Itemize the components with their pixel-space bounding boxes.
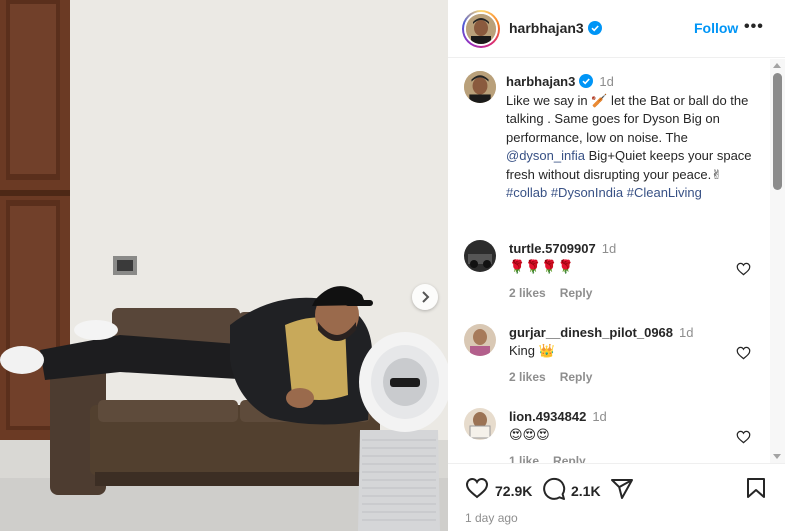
scrollbar[interactable]	[770, 59, 785, 463]
scroll-up-arrow-icon[interactable]	[773, 63, 781, 68]
commenter-avatar[interactable]	[464, 324, 496, 356]
caption-username[interactable]: harbhajan3	[506, 74, 575, 89]
caption-avatar[interactable]	[464, 71, 496, 103]
comment-meta: 2 likes Reply	[509, 286, 606, 300]
comment-item: turtle.5709907 1d 🌹🌹🌹🌹 2 likes Reply	[464, 240, 764, 310]
comment-header: lion.4934842 1d	[509, 409, 607, 424]
scrollbar-thumb[interactable]	[773, 73, 782, 190]
reply-button[interactable]: Reply	[553, 454, 586, 463]
commenter-username[interactable]: lion.4934842	[509, 409, 586, 424]
comment-likes[interactable]: 2 likes	[509, 370, 546, 384]
reply-button[interactable]: Reply	[560, 286, 593, 300]
share-icon[interactable]	[610, 477, 634, 501]
caption-body-1: Like we say in 🏏 let the Bat or ball do …	[506, 92, 749, 145]
caption-text: harbhajan3 1d Like we say in 🏏 let the Ba…	[506, 73, 762, 203]
comment-header: turtle.5709907 1d	[509, 241, 616, 256]
heart-icon[interactable]	[465, 477, 489, 499]
comment-item: gurjar__dinesh_pilot_0968 1d King 👑 2 lik…	[464, 324, 764, 394]
comment-time[interactable]: 1d	[602, 241, 616, 256]
comment-text: King 👑	[509, 343, 555, 358]
comment-time[interactable]: 1d	[679, 325, 693, 340]
comment-item: lion.4934842 1d 😍😍😍 1 like Reply	[464, 408, 764, 463]
hashtag-link[interactable]: #DysonIndia	[551, 185, 623, 200]
hashtag-link[interactable]: #collab	[506, 185, 547, 200]
comment-meta: 1 like Reply	[509, 454, 600, 463]
comment-meta: 2 likes Reply	[509, 370, 606, 384]
comment-likes[interactable]: 1 like	[509, 454, 539, 463]
comments-count[interactable]: 2.1K	[571, 483, 601, 499]
reply-button[interactable]: Reply	[560, 370, 593, 384]
commenter-avatar[interactable]	[464, 408, 496, 440]
verified-badge-icon	[587, 21, 602, 35]
comment-likes[interactable]: 2 likes	[509, 286, 546, 300]
heart-icon[interactable]	[736, 262, 751, 276]
posted-time[interactable]: 1 day ago	[465, 511, 518, 525]
follow-button[interactable]: Follow	[694, 20, 738, 36]
chevron-right-icon	[422, 291, 430, 303]
comment-text: 🌹🌹🌹🌹	[509, 259, 574, 274]
more-options-icon[interactable]: •••	[744, 19, 764, 35]
comment-text: 😍😍😍	[509, 427, 550, 442]
scroll-down-arrow-icon[interactable]	[773, 454, 781, 459]
comments-scroll-area[interactable]: harbhajan3 1d Like we say in 🏏 let the Ba…	[448, 59, 785, 463]
action-bar: 72.9K 2.1K 1 day ago	[448, 463, 785, 531]
heart-icon[interactable]	[736, 346, 751, 360]
post-side-panel: harbhajan3 Follow ••• harbhajan3 1d Like …	[448, 0, 785, 531]
likes-count[interactable]: 72.9K	[495, 483, 532, 499]
commenter-avatar[interactable]	[464, 240, 496, 272]
author-username-text[interactable]: harbhajan3	[509, 20, 584, 36]
comment-icon[interactable]	[542, 477, 566, 501]
commenter-username[interactable]: gurjar__dinesh_pilot_0968	[509, 325, 673, 340]
save-icon[interactable]	[746, 477, 766, 499]
comment-header: gurjar__dinesh_pilot_0968 1d	[509, 325, 693, 340]
author-username[interactable]: harbhajan3	[509, 20, 602, 36]
post-header: harbhajan3 Follow •••	[448, 0, 785, 58]
hashtag-link[interactable]: #CleanLiving	[627, 185, 702, 200]
heart-icon[interactable]	[736, 430, 751, 444]
author-avatar[interactable]	[462, 10, 500, 48]
mention-link[interactable]: @dyson_infia	[506, 148, 585, 163]
photo-scene	[0, 0, 448, 531]
comment-time[interactable]: 1d	[592, 409, 606, 424]
next-photo-button[interactable]	[412, 284, 438, 310]
post-photo	[0, 0, 448, 531]
caption-time[interactable]: 1d	[599, 74, 613, 89]
commenter-username[interactable]: turtle.5709907	[509, 241, 596, 256]
verified-badge-icon	[579, 74, 594, 88]
